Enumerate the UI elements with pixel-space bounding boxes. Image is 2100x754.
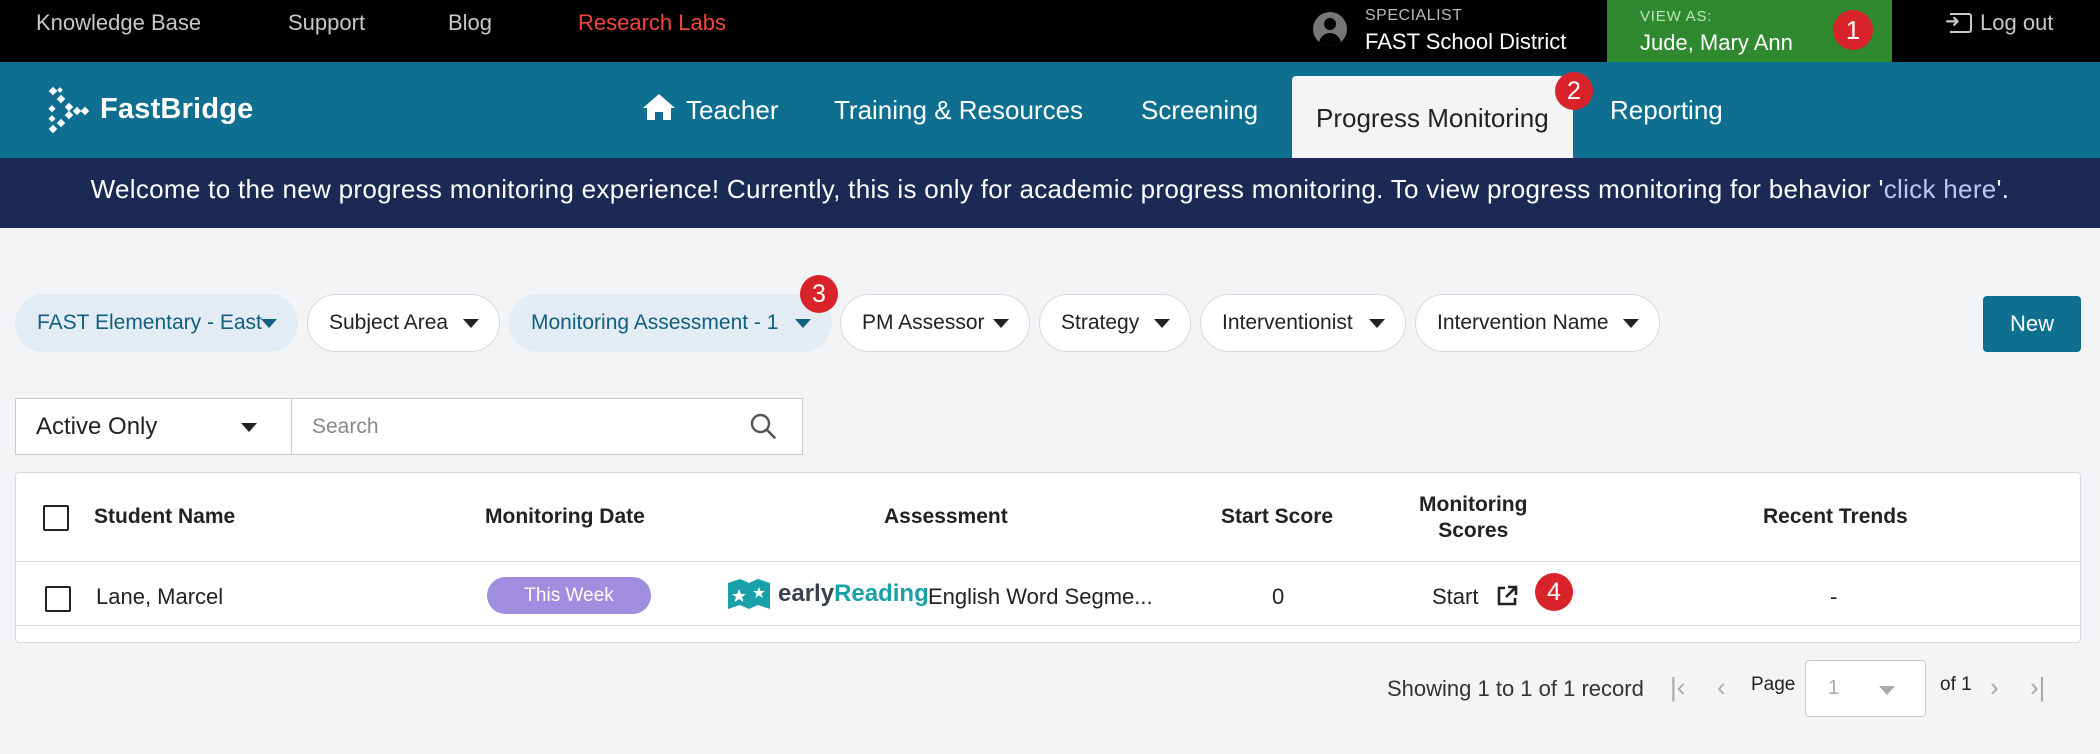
support-link[interactable]: Support <box>288 10 365 36</box>
nav-teacher[interactable]: Teacher <box>618 62 803 158</box>
brand-reading: Reading <box>834 580 929 607</box>
nav-reporting[interactable]: Reporting <box>1586 62 1747 158</box>
chevron-down-icon <box>795 319 811 328</box>
header-start-score[interactable]: Start Score <box>1221 505 1333 529</box>
header-assessment[interactable]: Assessment <box>884 505 1008 529</box>
chevron-down-icon <box>1154 319 1170 328</box>
next-page-icon[interactable]: › <box>1990 672 1999 703</box>
chevron-down-icon <box>463 319 479 328</box>
behavior-click-here-link[interactable]: click here <box>1884 174 1997 204</box>
chevron-down-icon <box>1879 686 1895 695</box>
chevron-down-icon <box>993 319 1009 328</box>
filter-intervention-name[interactable]: Intervention Name <box>1415 294 1660 352</box>
page-of-total: of 1 <box>1940 674 1972 695</box>
logout-icon <box>1945 11 1972 33</box>
filter-school-label: FAST Elementary - East <box>37 311 262 334</box>
logout-label: Log out <box>1980 10 2054 35</box>
view-as-value: Jude, Mary Ann <box>1640 30 1793 55</box>
start-score: 0 <box>1272 584 1285 609</box>
header-student-name[interactable]: Student Name <box>94 505 235 529</box>
filter-strategy-label: Strategy <box>1061 311 1140 334</box>
page-select[interactable]: 1 <box>1805 660 1926 717</box>
brand-early: early <box>778 580 835 607</box>
info-banner: Welcome to the new progress monitoring e… <box>0 158 2100 228</box>
callout-badge-4: 4 <box>1535 573 1573 611</box>
view-as-selector[interactable]: VIEW AS: Jude, Mary Ann 1 <box>1607 0 1892 62</box>
main-nav: FastBridge Teacher Training & Resources … <box>0 62 2100 158</box>
specialist-value: FAST School District <box>1365 29 1567 54</box>
specialist-label: SPECIALIST <box>1365 7 1463 24</box>
filter-interventionist-label: Interventionist <box>1222 311 1353 334</box>
filter-monitoring-assessment-label: Monitoring Assessment - 1 <box>531 311 779 334</box>
prev-page-icon[interactable]: ‹ <box>1717 672 1726 703</box>
filter-subject-area-label: Subject Area <box>329 311 449 334</box>
page-select-value: 1 <box>1828 677 1840 699</box>
filter-subject-area[interactable]: Subject Area <box>307 294 500 352</box>
pagination-info: Showing 1 to 1 of 1 record <box>1387 676 1644 701</box>
chevron-down-icon <box>241 423 257 432</box>
logo-text: FastBridge <box>100 93 254 125</box>
external-link-icon[interactable] <box>1496 585 1518 607</box>
callout-badge-3: 3 <box>800 275 838 313</box>
top-bar: Knowledge Base Support Blog Research Lab… <box>0 0 2100 62</box>
pagination: Showing 1 to 1 of 1 record |‹ ‹ Page 1 o… <box>0 660 2100 717</box>
logo-mark-icon <box>48 86 90 134</box>
monitoring-date-tag: This Week <box>487 577 651 614</box>
status-select-value: Active Only <box>36 413 158 440</box>
fastbridge-logo[interactable]: FastBridge <box>48 86 268 134</box>
header-monitoring-scores[interactable]: Monitoring Scores <box>1419 492 1527 544</box>
table-header: Student Name Monitoring Date Assessment … <box>16 473 2080 562</box>
chevron-down-icon <box>261 319 277 328</box>
search-icon[interactable] <box>750 413 776 439</box>
header-monitoring-date[interactable]: Monitoring Date <box>485 505 645 529</box>
table-row[interactable]: Lane, Marcel This Week earlyReading Engl… <box>16 563 2080 626</box>
specialist-info: SPECIALIST FAST School District <box>1313 6 1613 56</box>
logout-button[interactable]: Log out <box>1945 10 2054 36</box>
student-name[interactable]: Lane, Marcel <box>96 584 223 610</box>
new-button[interactable]: New <box>1983 296 2081 352</box>
header-monitoring-scores-line1: Monitoring <box>1419 493 1528 516</box>
early-reading-logo-icon <box>728 579 770 609</box>
filter-monitoring-assessment[interactable]: Monitoring Assessment - 1 <box>509 294 832 352</box>
filter-pm-assessor-label: PM Assessor <box>862 311 985 334</box>
header-recent-trends[interactable]: Recent Trends <box>1763 505 1908 529</box>
view-as-label: VIEW AS: <box>1640 8 1713 25</box>
nav-teacher-label: Teacher <box>686 95 779 125</box>
blog-link[interactable]: Blog <box>448 10 492 36</box>
assessment-name[interactable]: English Word Segme... <box>928 584 1153 610</box>
filter-intervention-name-label: Intervention Name <box>1437 311 1609 334</box>
search-box <box>291 398 803 455</box>
home-icon <box>643 94 675 120</box>
filter-strategy[interactable]: Strategy <box>1039 294 1191 352</box>
search-input[interactable] <box>292 399 732 454</box>
first-page-icon[interactable]: |‹ <box>1670 672 1685 703</box>
filter-school[interactable]: FAST Elementary - East <box>15 294 298 352</box>
chevron-down-icon <box>1369 319 1385 328</box>
recent-trend: - <box>1830 584 1838 609</box>
status-select[interactable]: Active Only <box>15 398 292 455</box>
header-monitoring-scores-line2: Scores <box>1438 519 1509 542</box>
filter-pm-assessor[interactable]: PM Assessor <box>840 294 1030 352</box>
filter-interventionist[interactable]: Interventionist <box>1200 294 1406 352</box>
filter-bar: FAST Elementary - East Subject Area Moni… <box>0 275 2100 354</box>
monitoring-start-link[interactable]: Start <box>1432 584 1478 610</box>
last-page-icon[interactable]: ›| <box>2030 672 2045 703</box>
nav-training-resources[interactable]: Training & Resources <box>810 62 1107 158</box>
knowledge-base-link[interactable]: Knowledge Base <box>36 10 201 36</box>
nav-screening[interactable]: Screening <box>1117 62 1282 158</box>
page-label: Page <box>1751 674 1796 695</box>
row-checkbox[interactable] <box>45 586 71 612</box>
nav-progress-monitoring[interactable]: Progress Monitoring <box>1292 76 1573 158</box>
research-labs-link[interactable]: Research Labs <box>578 10 726 36</box>
user-avatar-icon <box>1313 12 1347 46</box>
early-reading-brand: earlyReading <box>778 580 929 608</box>
banner-text: Welcome to the new progress monitoring e… <box>90 174 1884 204</box>
callout-badge-1: 1 <box>1833 10 1873 50</box>
chevron-down-icon <box>1623 319 1639 328</box>
students-table: Student Name Monitoring Date Assessment … <box>15 472 2081 643</box>
select-all-checkbox[interactable] <box>43 505 69 531</box>
banner-end: '. <box>1996 174 2010 204</box>
